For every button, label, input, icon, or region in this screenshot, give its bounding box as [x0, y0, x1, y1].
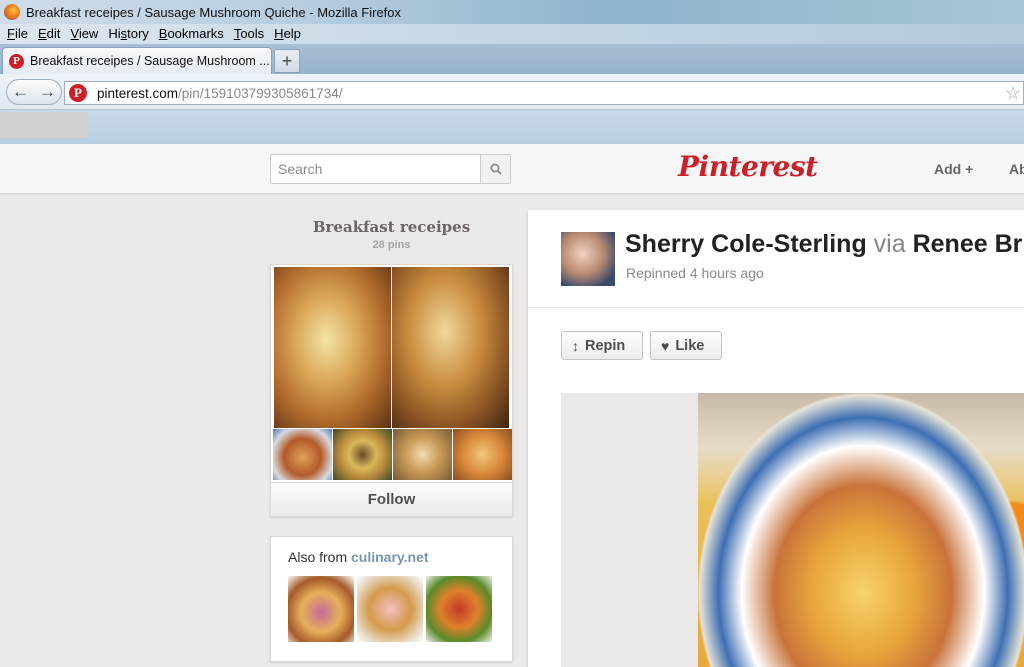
repin-button[interactable]: ↕ Repin [561, 331, 643, 360]
tab-active[interactable]: P Breakfast receipes / Sausage Mushroom … [2, 47, 272, 74]
pinterest-favicon-icon: P [9, 53, 24, 69]
board-card[interactable]: Follow [270, 264, 513, 517]
board-thumbnail[interactable] [333, 429, 392, 480]
nav-buttons: ← → [6, 79, 62, 105]
firefox-icon [4, 4, 20, 20]
board-thumbnail[interactable] [453, 429, 512, 480]
pinterest-favicon-icon: P [69, 84, 87, 102]
board-cover-image[interactable] [274, 267, 391, 428]
pinterest-header: Pinterest Add + Ab [0, 144, 1024, 194]
also-from-source-link[interactable]: culinary.net [351, 549, 429, 565]
search-icon [490, 163, 502, 175]
menu-bar: File Edit View History Bookmarks Tools H… [0, 24, 1024, 44]
pinterest-logo[interactable]: Pinterest [678, 150, 818, 183]
menu-history[interactable]: History [103, 24, 153, 44]
pin-detail-panel: Sherry Cole-Sterling via Renee Br Repinn… [528, 210, 1024, 667]
pinner-line: Sherry Cole-Sterling via Renee Br [625, 230, 1023, 258]
also-from-card: Also from culinary.net [270, 536, 513, 662]
board-thumbnail[interactable] [393, 429, 452, 480]
menu-help[interactable]: Help [269, 24, 306, 44]
navigation-bar: ← → P pinterest.com /pin/159103799305861… [0, 74, 1024, 110]
also-from-thumbnail[interactable] [357, 576, 423, 642]
tab-bar: P Breakfast receipes / Sausage Mushroom … [0, 44, 1024, 74]
repin-icon: ↕ [572, 337, 579, 354]
also-from-thumbnail[interactable] [426, 576, 492, 642]
menu-tools[interactable]: Tools [229, 24, 269, 44]
avatar[interactable] [561, 232, 615, 286]
also-from-title: Also from culinary.net [288, 549, 429, 565]
like-button[interactable]: ♥ Like [650, 331, 722, 360]
search-button[interactable] [480, 155, 510, 183]
add-menu[interactable]: Add + [934, 161, 973, 177]
menu-file[interactable]: File [2, 24, 33, 44]
url-path: /pin/159103799305861734/ [178, 85, 343, 101]
heart-icon: ♥ [661, 337, 670, 354]
pin-image-backdrop [561, 393, 698, 667]
pinner-name[interactable]: Sherry Cole-Sterling [625, 230, 867, 258]
board-pin-count: 28 pins [372, 239, 411, 251]
window-titlebar: Breakfast receipes / Sausage Mushroom Qu… [0, 0, 1024, 24]
board-cover-image[interactable] [392, 267, 509, 428]
menu-bookmarks[interactable]: Bookmarks [154, 24, 229, 44]
tab-label: Breakfast receipes / Sausage Mushroom ..… [30, 54, 270, 68]
follow-button[interactable]: Follow [271, 482, 512, 516]
bookmark-item[interactable] [0, 112, 88, 138]
pin-image[interactable] [698, 393, 1024, 667]
about-menu[interactable]: Ab [1009, 161, 1024, 177]
url-host: pinterest.com [97, 85, 179, 101]
menu-view[interactable]: View [65, 24, 103, 44]
new-tab-button[interactable]: + [274, 49, 300, 73]
search-input[interactable] [271, 155, 479, 183]
bookmark-star-icon[interactable]: ☆ [1005, 83, 1021, 104]
back-arrow-icon[interactable]: ← [7, 82, 34, 102]
repinned-time: Repinned 4 hours ago [626, 265, 764, 281]
board-thumbnail[interactable] [273, 429, 332, 480]
bookmark-bar [0, 110, 1024, 144]
forward-arrow-icon[interactable]: → [34, 82, 61, 102]
divider [528, 307, 1024, 308]
via-user-name[interactable]: Renee Br [913, 230, 1023, 258]
also-from-thumbnail[interactable] [288, 576, 354, 642]
menu-edit[interactable]: Edit [33, 24, 65, 44]
window-title: Breakfast receipes / Sausage Mushroom Qu… [26, 4, 401, 20]
board-title[interactable]: Breakfast receipes [270, 218, 513, 236]
address-bar[interactable]: P pinterest.com /pin/159103799305861734/… [64, 81, 1024, 105]
search-box [270, 154, 511, 184]
